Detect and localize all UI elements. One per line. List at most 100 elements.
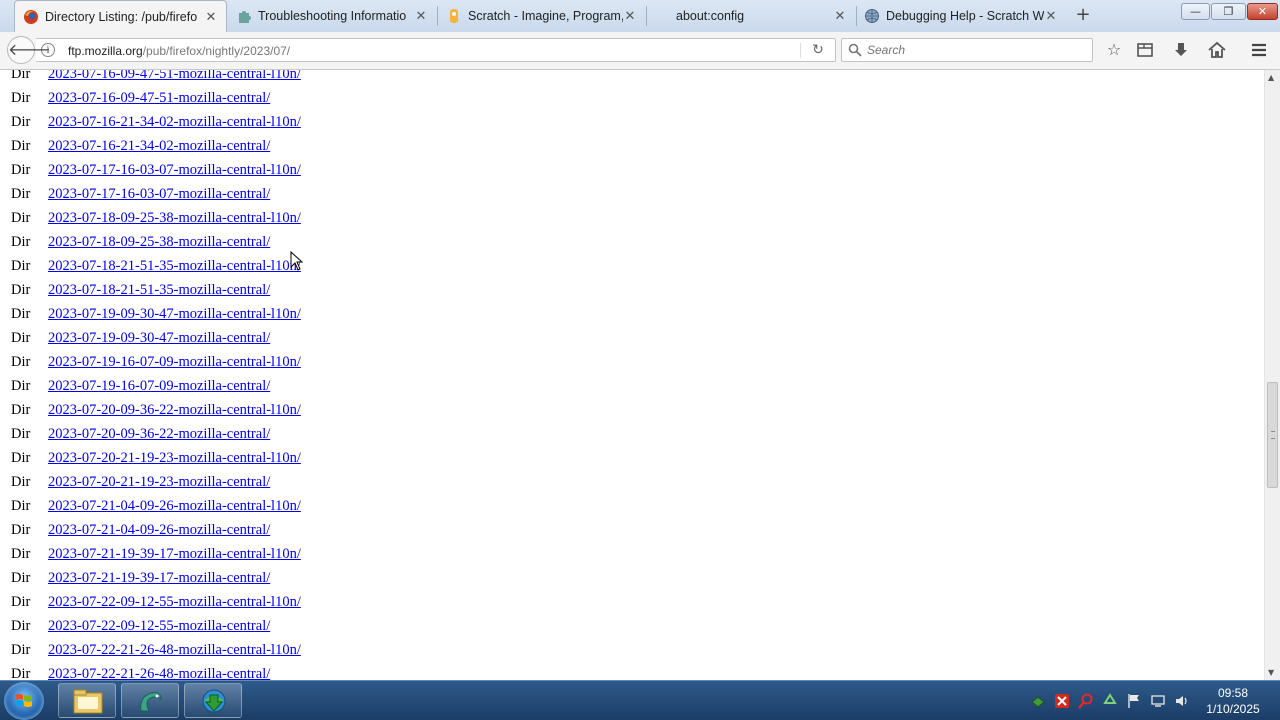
close-tab-icon[interactable]: ✕ (414, 8, 428, 24)
tray-error-icon[interactable] (1054, 693, 1070, 709)
directory-link[interactable]: 2023-07-16-09-47-51-mozilla-central-l10n… (48, 70, 301, 83)
entry-type: Dir (11, 114, 31, 130)
directory-link[interactable]: 2023-07-17-16-03-07-mozilla-central-l10n… (48, 162, 301, 179)
tab-label: Debugging Help - Scratch W (886, 8, 1044, 23)
maximize-button[interactable]: ❐ (1211, 3, 1246, 20)
directory-link[interactable]: 2023-07-21-04-09-26-mozilla-central-l10n… (48, 498, 301, 515)
directory-link[interactable]: 2023-07-19-09-30-47-mozilla-central/ (48, 330, 270, 347)
minimize-button[interactable]: — (1181, 3, 1210, 20)
url-bar[interactable]: i ftp.mozilla.org/pub/firefox/nightly/20… (36, 38, 836, 62)
reload-icon[interactable]: ↻ (809, 41, 827, 59)
url-host: ftp.mozilla.org (68, 44, 143, 58)
directory-link[interactable]: 2023-07-16-09-47-51-mozilla-central/ (48, 90, 270, 107)
directory-link[interactable]: 2023-07-16-21-34-02-mozilla-central-l10n… (48, 114, 301, 131)
directory-link[interactable]: 2023-07-21-19-39-17-mozilla-central/ (48, 570, 270, 587)
download-manager-button[interactable] (184, 683, 242, 718)
tray-search-icon[interactable] (1078, 693, 1094, 709)
directory-link[interactable]: 2023-07-20-09-36-22-mozilla-central/ (48, 426, 270, 443)
tray-network-app-icon[interactable] (1030, 693, 1046, 709)
download-manager-icon (202, 689, 226, 713)
close-tab-icon[interactable]: ✕ (833, 8, 847, 24)
tab-label: Directory Listing: /pub/firefo (45, 9, 198, 24)
entry-type: Dir (11, 594, 31, 610)
back-button[interactable]: 🡐 (7, 36, 51, 64)
directory-link[interactable]: 2023-07-16-21-34-02-mozilla-central/ (48, 138, 270, 155)
directory-link[interactable]: 2023-07-22-21-26-48-mozilla-central-l10n… (48, 642, 301, 659)
entry-type: Dir (11, 306, 31, 322)
entry-type: Dir (11, 234, 31, 250)
directory-link[interactable]: 2023-07-18-09-25-38-mozilla-central/ (48, 234, 270, 251)
entry-type: Dir (11, 258, 31, 274)
entry-type: Dir (11, 138, 31, 154)
scrollbar-thumb[interactable] (1267, 382, 1278, 488)
directory-link[interactable]: 2023-07-18-21-51-35-mozilla-central/ (48, 282, 270, 299)
search-input[interactable] (867, 43, 1087, 57)
close-tab-icon[interactable]: ✕ (204, 9, 218, 25)
entry-type: Dir (11, 666, 31, 680)
entry-type: Dir (11, 570, 31, 586)
scroll-down-arrow-icon[interactable]: ▼ (1268, 668, 1274, 677)
new-tab-button[interactable]: + (1074, 6, 1092, 24)
tray-flag-icon[interactable] (1126, 693, 1142, 709)
taskbar-clock[interactable]: 09:58 1/10/2025 (1200, 685, 1266, 717)
directory-link[interactable]: 2023-07-22-21-26-48-mozilla-central/ (48, 666, 270, 680)
vertical-scrollbar[interactable]: ▲ ▼ (1264, 70, 1280, 680)
entry-type: Dir (11, 330, 31, 346)
directory-link[interactable]: 2023-07-19-16-07-09-mozilla-central-l10n… (48, 354, 301, 371)
tray-volume-icon[interactable] (1174, 693, 1190, 709)
scroll-up-arrow-icon[interactable]: ▲ (1268, 73, 1274, 82)
directory-listing: Dir 2023-07-16-09-47-51-mozilla-central-l… (0, 70, 1264, 680)
tab-label: Scratch - Imagine, Program, (468, 8, 623, 23)
navigation-toolbar: i ftp.mozilla.org/pub/firefox/nightly/20… (0, 32, 1280, 70)
close-tab-icon[interactable]: ✕ (623, 8, 637, 24)
bookmark-star-icon[interactable]: ☆ (1104, 40, 1124, 60)
search-bar[interactable] (841, 38, 1093, 62)
scrollbar-grip (1271, 431, 1275, 439)
taskbar: 09:58 1/10/2025 (0, 680, 1280, 720)
directory-link[interactable]: 2023-07-18-09-25-38-mozilla-central-l10n… (48, 210, 301, 227)
url-divider (800, 43, 801, 58)
dragon-app-icon (140, 692, 162, 712)
entry-type: Dir (11, 450, 31, 466)
dragon-app-button[interactable] (121, 683, 179, 718)
directory-link[interactable]: 2023-07-17-16-03-07-mozilla-central/ (48, 186, 270, 203)
close-window-button[interactable]: ✕ (1247, 3, 1278, 20)
directory-link[interactable]: 2023-07-21-04-09-26-mozilla-central/ (48, 522, 270, 539)
tab-debugging-help[interactable]: Debugging Help - Scratch W ✕ (856, 0, 1066, 31)
clock-time: 09:58 (1217, 686, 1249, 700)
downloads-icon[interactable] (1171, 40, 1191, 60)
directory-link[interactable]: 2023-07-21-19-39-17-mozilla-central-l10n… (48, 546, 301, 563)
directory-link[interactable]: 2023-07-22-09-12-55-mozilla-central-l10n… (48, 594, 301, 611)
home-icon[interactable] (1207, 40, 1227, 60)
menu-icon[interactable] (1249, 40, 1269, 60)
scratch-icon (450, 8, 458, 23)
start-button[interactable] (4, 682, 44, 720)
entry-type: Dir (11, 498, 31, 514)
entry-type: Dir (11, 642, 31, 658)
tab-strip: Directory Listing: /pub/firefo ✕ Trouble… (0, 0, 1280, 32)
directory-link[interactable]: 2023-07-18-21-51-35-mozilla-central-l10n… (48, 258, 301, 275)
directory-link[interactable]: 2023-07-20-21-19-23-mozilla-central/ (48, 474, 270, 491)
directory-link[interactable]: 2023-07-22-09-12-55-mozilla-central/ (48, 618, 270, 635)
directory-link[interactable]: 2023-07-19-16-07-09-mozilla-central/ (48, 378, 270, 395)
entry-type: Dir (11, 90, 31, 106)
directory-link[interactable]: 2023-07-20-21-19-23-mozilla-central-l10n… (48, 450, 301, 467)
bookmarks-menu-icon[interactable] (1135, 40, 1155, 60)
tray-recycle-icon[interactable] (1102, 693, 1118, 709)
file-explorer-button[interactable] (58, 683, 116, 718)
tab-directory-listing[interactable]: Directory Listing: /pub/firefo ✕ (14, 0, 227, 32)
directory-link[interactable]: 2023-07-20-09-36-22-mozilla-central-l10n… (48, 402, 301, 419)
tray-network-icon[interactable] (1150, 693, 1166, 709)
entry-type: Dir (11, 378, 31, 394)
close-tab-icon[interactable]: ✕ (1044, 8, 1058, 24)
tab-troubleshooting[interactable]: Troubleshooting Informatio ✕ (228, 0, 436, 31)
tab-about-config[interactable]: about:config ✕ (646, 0, 855, 31)
url-text[interactable]: ftp.mozilla.org/pub/firefox/nightly/2023… (68, 44, 290, 58)
entry-type: Dir (11, 474, 31, 490)
tab-scratch[interactable]: Scratch - Imagine, Program, ✕ (438, 0, 645, 31)
directory-link[interactable]: 2023-07-19-09-30-47-mozilla-central-l10n… (48, 306, 301, 323)
firefox-icon (24, 9, 38, 24)
search-icon (848, 43, 862, 57)
windows-logo-icon (16, 694, 32, 707)
blank-page-icon (654, 8, 670, 24)
